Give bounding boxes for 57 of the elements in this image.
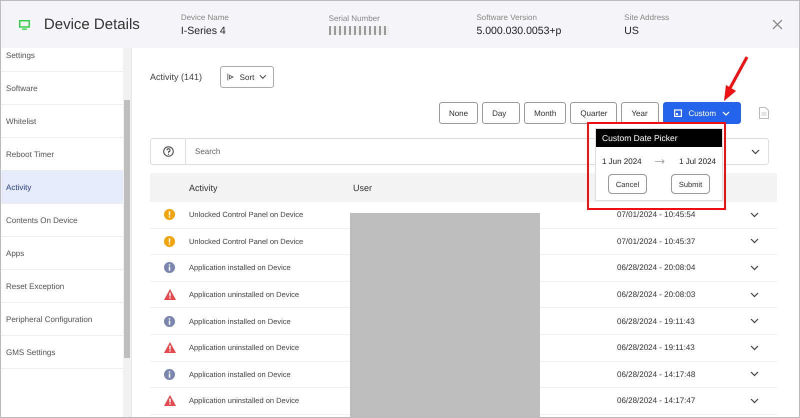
expand-icon[interactable]	[750, 398, 759, 404]
caret-icon[interactable]	[259, 74, 267, 80]
field-label: Site Address	[624, 12, 670, 22]
table-cell-text: 07/01/2024 - 10:45:37	[617, 236, 696, 246]
expand-icon[interactable]	[750, 344, 759, 351]
calendar-icon	[674, 109, 682, 117]
alert-icon	[164, 342, 176, 354]
table-cell-text: 06/28/2024 - 19:11:43	[617, 343, 696, 352]
period-button[interactable]: Year	[621, 102, 660, 124]
start-date[interactable]: 1 Jun 2024	[602, 157, 642, 166]
sidebar-item[interactable]: Activity	[1, 171, 123, 204]
table-cell-text: 06/28/2024 - 14:17:48	[617, 370, 696, 379]
window-title: Device Details	[44, 16, 141, 33]
table-cell-text: 07/01/2024 - 10:45:54	[617, 210, 696, 220]
period-button[interactable]: None	[438, 102, 478, 124]
chevron-icon[interactable]	[750, 148, 760, 154]
period-button[interactable]: Month	[524, 102, 566, 124]
caret-icon	[722, 110, 730, 116]
activity-title: Activity (141)	[150, 72, 202, 82]
column-header: Activity	[189, 182, 219, 192]
expand-icon[interactable]	[750, 264, 759, 271]
period-button[interactable]: Quarter	[570, 102, 618, 124]
sort-button[interactable]: Sort	[220, 66, 274, 88]
arrow-icon	[655, 159, 666, 164]
table-cell-text: 06/28/2024 - 20:08:03	[617, 290, 696, 300]
alert-icon	[164, 395, 176, 406]
popup-title: Custom Date Picker	[596, 129, 722, 147]
field-value: 5.000.030.0053+p	[476, 24, 562, 36]
table-cell-text: 06/28/2024 - 14:17:47	[617, 396, 696, 406]
warning-icon	[164, 209, 175, 220]
field-value: I-Series 4	[180, 24, 227, 36]
period-button[interactable]: Custom	[663, 102, 741, 124]
info-icon	[164, 316, 175, 327]
field-label: Device Name	[180, 12, 230, 22]
period-button[interactable]: Day	[482, 102, 520, 124]
expand-icon[interactable]	[750, 238, 759, 244]
expand-icon[interactable]	[750, 212, 759, 218]
info-icon	[164, 262, 175, 274]
table-cell-text: 06/28/2024 - 19:11:43	[617, 316, 696, 326]
expand-icon[interactable]	[750, 371, 759, 378]
field-value: US	[624, 24, 640, 36]
scrollbar[interactable]	[123, 48, 131, 417]
table-cell-text: 06/28/2024 - 20:08:04	[617, 263, 696, 272]
alert-icon	[164, 289, 176, 300]
annotation-arrow	[723, 56, 749, 102]
end-date[interactable]: 1 Jul 2024	[679, 157, 716, 166]
expand-icon[interactable]	[750, 318, 759, 324]
expand-icon[interactable]	[750, 292, 759, 298]
field-label: Serial Number	[328, 14, 381, 23]
info-icon	[164, 368, 175, 380]
field-label: Software Version	[476, 12, 538, 22]
sort-icon	[227, 73, 235, 81]
column-header: User	[353, 182, 374, 192]
close-icon[interactable]	[772, 19, 783, 30]
monitor-icon	[19, 20, 30, 30]
help-icon[interactable]	[162, 146, 174, 157]
warning-icon	[164, 236, 175, 247]
